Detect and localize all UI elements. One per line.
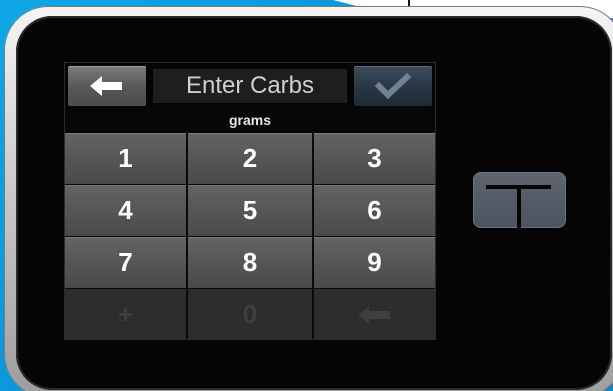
- key-3[interactable]: 3: [314, 133, 435, 184]
- backspace-icon: [357, 306, 390, 323]
- screen-header: Enter Carbs: [65, 63, 435, 107]
- t-logo-stem: [517, 185, 521, 228]
- key-9[interactable]: 9: [314, 237, 435, 288]
- key-0[interactable]: 0: [188, 289, 312, 340]
- key-4[interactable]: 4: [65, 185, 186, 236]
- key-5[interactable]: 5: [188, 185, 312, 236]
- key-plus[interactable]: +: [65, 289, 186, 340]
- page-title: Enter Carbs: [153, 69, 347, 103]
- key-2[interactable]: 2: [188, 133, 312, 184]
- key-7[interactable]: 7: [65, 237, 186, 288]
- back-button[interactable]: [68, 66, 146, 106]
- screen-on-button[interactable]: [473, 172, 566, 228]
- key-1[interactable]: 1: [65, 133, 186, 184]
- checkmark-icon: [374, 72, 412, 100]
- numeric-keypad: 1 2 3 4 5 6 7 8 9 + 0: [65, 133, 435, 340]
- back-arrow-icon: [90, 76, 122, 96]
- touch-screen: Enter Carbs grams 1 2 3 4 5 6 7 8 9 + 0: [64, 62, 436, 340]
- key-6[interactable]: 6: [314, 185, 435, 236]
- key-backspace[interactable]: [314, 289, 435, 340]
- unit-label: grams: [65, 107, 435, 133]
- key-8[interactable]: 8: [188, 237, 312, 288]
- confirm-button[interactable]: [354, 66, 432, 106]
